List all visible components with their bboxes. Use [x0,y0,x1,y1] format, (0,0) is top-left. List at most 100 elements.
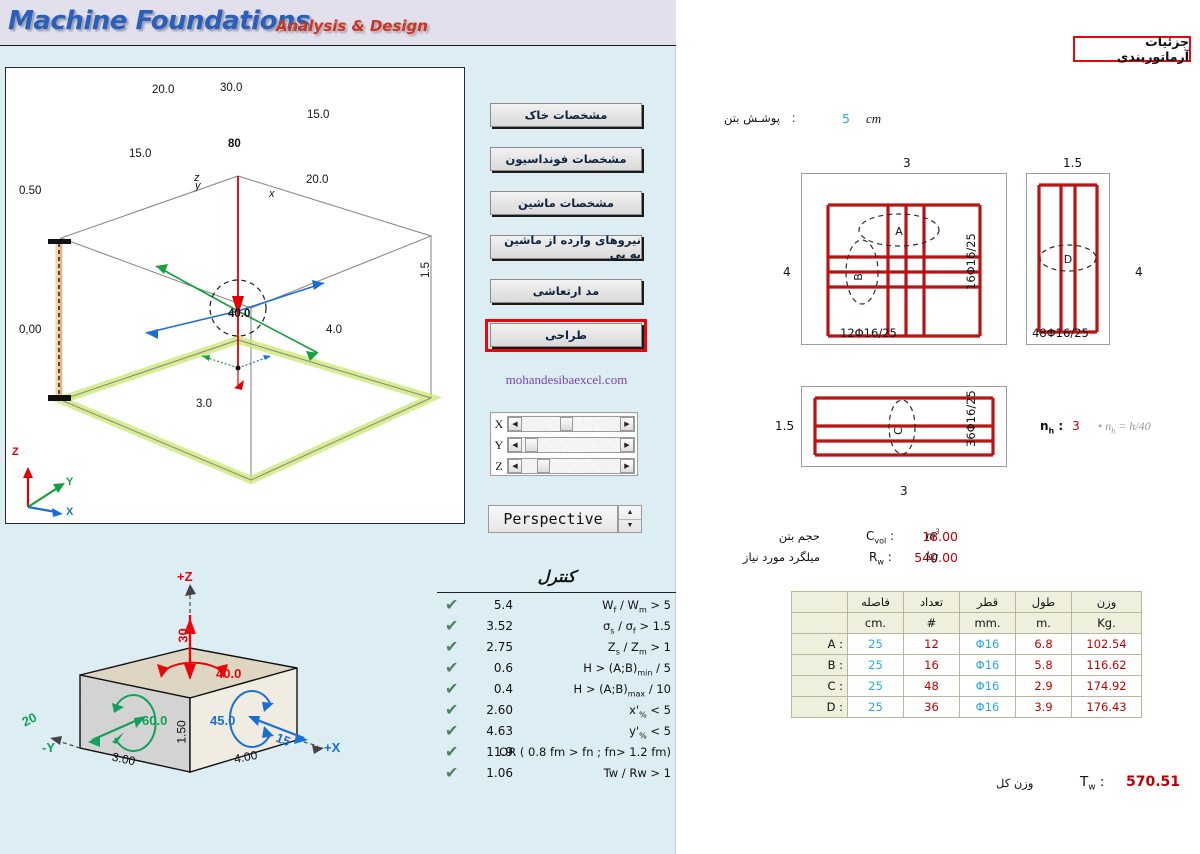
viewport-arrow-label-blue-1: 15.0 [307,109,330,121]
spinner-up-icon[interactable]: ▲ [619,506,641,520]
scrollbar-x[interactable]: ◀ ▶ [507,416,635,432]
check-icon: ✔ [445,744,459,761]
scroll-left-icon[interactable]: ◀ [508,417,522,431]
control-value: 2.60 [486,703,513,717]
viewport-dim-y: 3.0 [196,398,212,410]
row-label: B : [791,654,848,676]
left-panel: Machine Foundations Analysis & Design 20… [0,0,676,854]
axis-triad-y-label: Y [66,476,74,488]
row-length: 6.8 [1015,633,1072,655]
control-criterion: Zs / Zm > 1 [607,640,671,657]
concrete-volume-symbol: Cvol : [866,529,895,546]
concrete-cover-value[interactable]: 5 [828,111,864,126]
button-vibration-mode[interactable]: مد ارتعاشی [490,279,642,303]
button-machine-properties[interactable]: مشخصات ماشین [490,191,642,215]
axis-plus-x-label: +X [324,740,341,755]
control-row: ✔ 0.4 H > (A;B)max / 10 [437,680,676,701]
axis-scroll-row-z: Z ◀ ▶ [491,456,639,476]
row-length: 3.9 [1015,696,1072,718]
diagram2-frame: D [1026,173,1110,345]
scroll-right-icon[interactable]: ▶ [620,438,634,452]
view-mode-field[interactable]: Perspective [488,505,618,533]
scroll-right-icon[interactable]: ▶ [620,417,634,431]
diagram2-rebar-drawing: D [1037,183,1099,334]
row-diameter: Φ16 [959,633,1016,655]
table-unit-row: cm. # mm. m. Kg. [791,612,1142,634]
rebar-details-header: جزئیات آرماتوربندی [1073,34,1191,64]
control-row: ✔ 2.75 Zs / Zm > 1 [437,638,676,659]
diagram1-top-dim: 3 [903,156,911,170]
button-foundation-properties[interactable]: مشخصات فونداسیون [490,147,642,171]
row-spacing: 25 [847,696,904,718]
viewport-arrow-label-green-1: 20.0 [152,84,175,96]
button-label: مشخصات خاک [524,108,608,122]
row-length: 5.8 [1015,654,1072,676]
row-label: A : [791,633,848,655]
check-icon: ✔ [445,702,459,719]
row-weight: 174.92 [1071,675,1142,697]
svg-text:C: C [892,427,905,435]
check-icon: ✔ [445,765,459,782]
button-soil-properties[interactable]: مشخصات خاک [490,103,642,127]
axis-minus-y-label: -Y [42,740,55,755]
check-icon: ✔ [445,597,459,614]
row-weight: 116.62 [1071,654,1142,676]
rebar-weight-symbol: Rw : [869,550,892,567]
scrollbar-y[interactable]: ◀ ▶ [507,437,635,453]
diagram3-side-dim: 1.5 [775,419,795,433]
scroll-thumb-z[interactable] [537,459,550,473]
table-header-row: فاصله تعداد قطر طول وزن [791,591,1142,613]
check-icon: ✔ [445,723,459,740]
row-count: 48 [903,675,960,697]
scroll-left-icon[interactable]: ◀ [508,459,522,473]
scroll-thumb-x[interactable] [560,417,573,431]
scrollbar-z[interactable]: ◀ ▶ [507,458,635,474]
viewport-elevation-top: 0.50 [19,185,42,197]
diagram3-bottom-dim: 3 [900,484,908,498]
button-label: نیروهای وارده از ماشین به پی [504,233,641,261]
row-weight: 176.43 [1071,696,1142,718]
table-unit-blank [791,612,848,634]
table-row: C : 25 48 Φ16 2.9 174.92 [791,675,1142,697]
control-criterion: Wf / Wm > 5 [602,598,671,615]
viewport-base-label: 40.0 [228,308,251,320]
control-criterion: σs / σf > 1.5 [602,619,671,636]
scroll-thumb-y[interactable] [525,438,538,452]
moment-z-label: 40.0 [216,666,242,681]
concrete-volume-label: حجم بتن [778,529,820,543]
check-icon: ✔ [445,660,459,677]
spinner-down-icon[interactable]: ▼ [619,520,641,533]
button-label: مشخصات ماشین [517,196,615,210]
control-value: 1.06 [486,766,513,780]
scroll-left-icon[interactable]: ◀ [508,438,522,452]
row-length: 2.9 [1015,675,1072,697]
table-unit-count: # [903,612,960,634]
control-value: 2.75 [486,640,513,654]
control-criterion: Tw / Rw > 1 [603,766,671,780]
table-header-count: تعداد [903,591,960,613]
row-spacing: 25 [847,654,904,676]
table-row: A : 25 12 Φ16 6.8 102.54 [791,633,1142,655]
website-link[interactable]: mohandesibaexcel.com [489,372,644,388]
viewport-vertical-force-label: 30.0 [220,82,243,94]
control-row: ✔ 4.63 y'% < 5 [437,722,676,743]
table-header-blank [791,591,848,613]
control-value: 0.4 [493,682,513,696]
total-weight-label: وزن کل [996,776,1034,790]
control-row: ✔ 5.4 Wf / Wm > 5 [437,596,676,617]
model-viewport[interactable]: 20.0 30.0 15.0 15.0 20.0 80 40.0 z y x 0… [5,67,465,524]
button-label: مشخصات فونداسیون [505,152,627,166]
row-count: 36 [903,696,960,718]
svg-text:B: B [852,273,865,281]
diagram1-right-caption: 16Φ16/25 [964,233,978,290]
button-machine-loads[interactable]: نیروهای وارده از ماشین به پی [490,233,642,261]
view-mode-spinner[interactable]: ▲ ▼ [618,505,642,533]
button-design[interactable]: طراحی [490,323,642,347]
table-header-length: طول [1015,591,1072,613]
scroll-right-icon[interactable]: ▶ [620,459,634,473]
control-criterion: H > (A;B)max / 10 [573,682,671,699]
row-diameter: Φ16 [959,654,1016,676]
diagram2-bottom-caption: 48Φ16/25 [1032,326,1089,340]
svg-text:A: A [895,225,903,238]
row-weight: 102.54 [1071,633,1142,655]
